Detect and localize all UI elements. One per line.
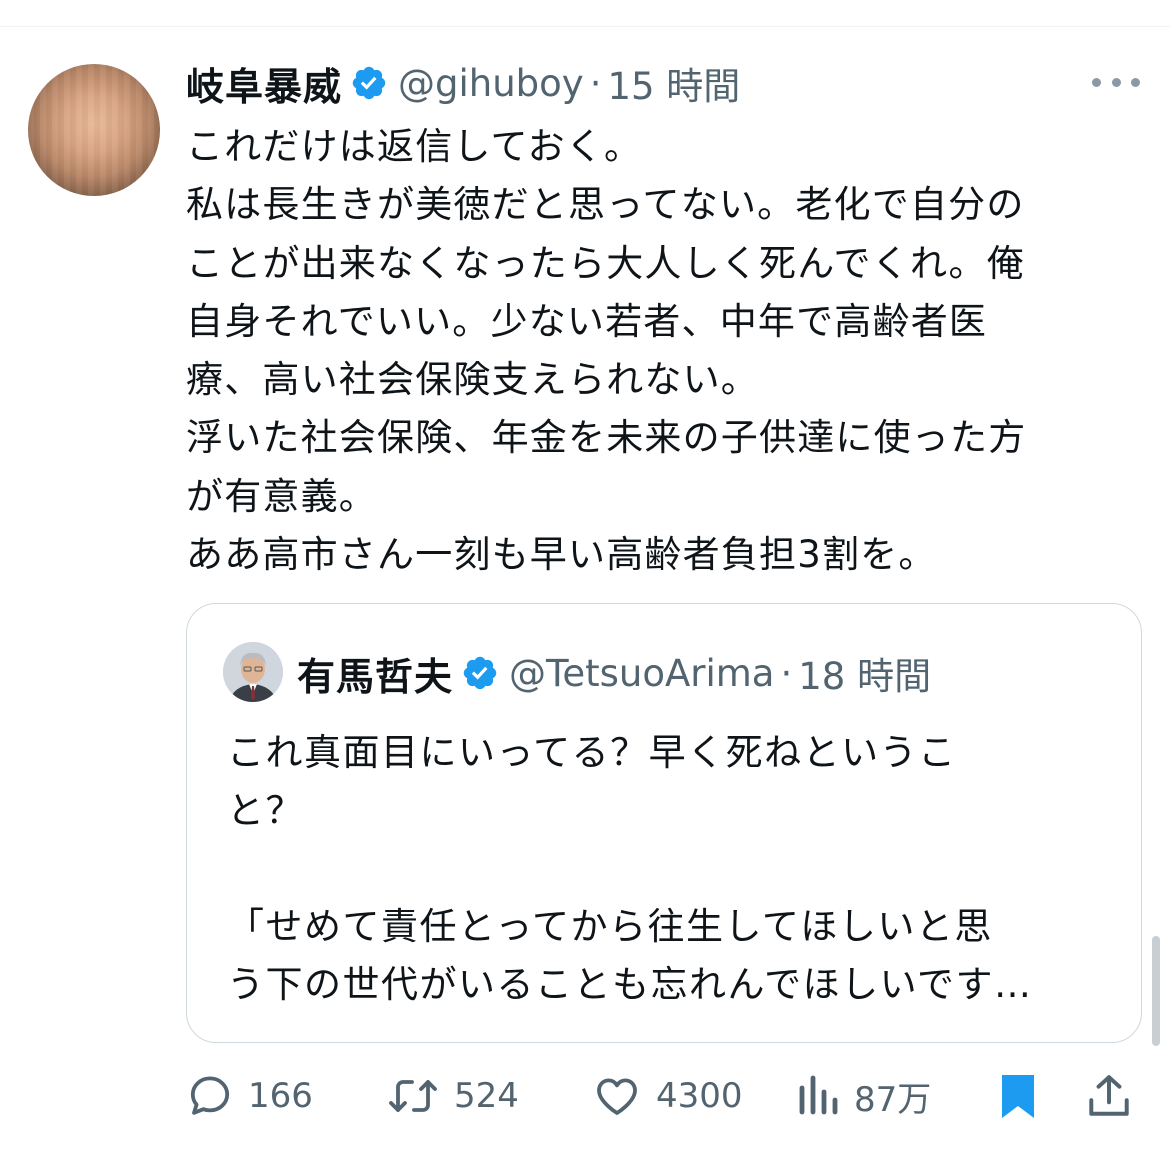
author-name[interactable]: 岐阜暴威 [186, 56, 342, 111]
separator-dot: · [589, 61, 602, 105]
tweet-line: ことが出来なくなったら大人しく死んでくれ。俺 [186, 241, 1025, 285]
tweet-line: 私は長生きが美徳だと思ってない。老化で自分の [186, 183, 1025, 227]
verified-badge-icon [463, 656, 497, 690]
quote-author-handle: @TetsuoArima [509, 651, 775, 695]
tweet-line: 浮いた社会保険、年金を未来の子供達に使った方 [186, 416, 1027, 460]
repost-icon [389, 1080, 437, 1112]
bookmark-icon [1002, 1075, 1034, 1118]
timestamp[interactable]: 15 時間 [607, 56, 740, 110]
verified-badge-icon [352, 66, 386, 100]
more-dot [1111, 77, 1121, 87]
quoted-tweet[interactable]: 有馬哲夫 @TetsuoArima · 18 時間 これ真面目にいってる？早く死… [186, 603, 1142, 1043]
tweet-line: が有意義。 [186, 474, 377, 518]
views-button[interactable]: 87万 [796, 1068, 931, 1124]
tweet-line: 療、高い社会保険支えられない。 [186, 358, 759, 402]
views-count: 87万 [854, 1079, 932, 1120]
like-count: 4300 [656, 1076, 743, 1116]
scrollbar[interactable] [1152, 936, 1160, 1046]
more-dot [1092, 77, 1101, 87]
reply-button[interactable]: 166 [186, 1068, 313, 1124]
tweet-detail: 岐阜暴威 @gihuboy · 15 時間 これだけは返信しておく。 私は長生き… [0, 0, 1170, 1157]
tweet-text: これだけは返信しておく。 私は長生きが美徳だと思ってない。老化で自分の ことが出… [186, 118, 1136, 584]
more-icon[interactable] [1092, 66, 1140, 98]
quote-line: 「せめて責任とってから往生してほしいと思 [227, 905, 993, 948]
tweet-header: 岐阜暴威 @gihuboy · 15 時間 [186, 56, 740, 111]
share-icon [1089, 1075, 1129, 1116]
reply-icon [190, 1076, 230, 1115]
repost-count: 524 [454, 1076, 519, 1116]
author-handle[interactable]: @gihuboy [398, 62, 584, 105]
action-bar: 166 524 4300 87万 [186, 1068, 1146, 1124]
repost-button[interactable]: 524 [386, 1068, 519, 1124]
quote-text: これ真面目にいってる？早く死ねというこ と？ 「せめて責任とってから往生してほし… [227, 724, 1117, 1014]
quote-line: う下の世代がいることも忘れんでほしいです… [227, 963, 1033, 1006]
like-button[interactable]: 4300 [592, 1068, 743, 1124]
views-icon [799, 1075, 838, 1115]
quote-author-name: 有馬哲夫 [297, 654, 454, 699]
separator-dot: · [780, 651, 793, 695]
quote-line: これ真面目にいってる？早く死ねというこ [227, 731, 957, 774]
reply-count: 166 [248, 1076, 313, 1116]
more-dot [1131, 77, 1140, 87]
share-button[interactable] [1084, 1068, 1134, 1124]
quote-avatar [223, 642, 283, 702]
bookmark-button[interactable] [994, 1068, 1042, 1124]
tweet-line: これだけは返信しておく。 [186, 125, 643, 168]
quote-timestamp: 18 時間 [798, 655, 932, 698]
quote-header: 有馬哲夫 @TetsuoArima · 18 時間 [297, 648, 932, 699]
divider [0, 26, 1170, 27]
avatar[interactable] [28, 64, 160, 196]
tweet-line: ああ高市さん一刻も早い高齢者負担3割を。 [186, 533, 937, 577]
quote-line [227, 840, 1117, 898]
tweet-line: 自身それでいい。少ない若者、中年で高齢者医 [186, 299, 988, 343]
like-icon [597, 1078, 637, 1115]
quote-line: と？ [227, 789, 304, 832]
